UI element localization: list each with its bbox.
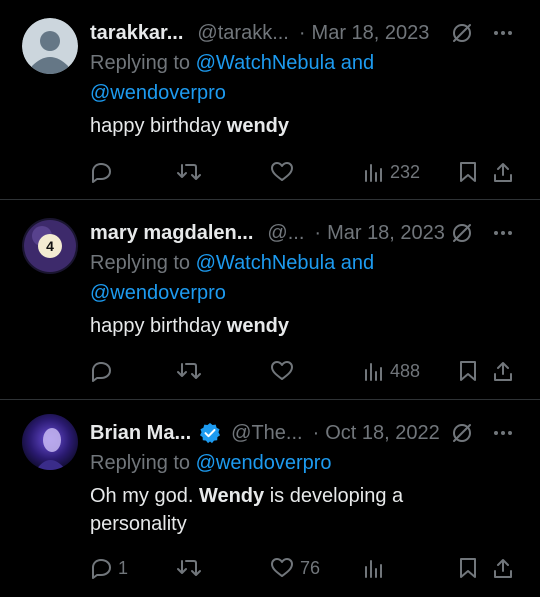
separator-dot: · [298, 21, 306, 44]
analytics-icon [365, 164, 382, 182]
replying-to: Replying to @WatchNebula and [90, 52, 375, 74]
share-button[interactable] [492, 161, 514, 183]
bookmark-icon [460, 162, 476, 182]
separator-dot: · [314, 221, 322, 244]
mention-link[interactable]: @wendoverpro [90, 282, 226, 304]
tweet[interactable]: Brian Ma... @The... · Oct 18, 2022 Reply… [0, 400, 540, 597]
share-icon [494, 163, 512, 182]
bookmark-button[interactable] [458, 161, 478, 183]
share-icon [494, 362, 512, 381]
author-name[interactable]: Brian Ma... [90, 422, 191, 445]
tweet-text: happy birthday wendy [90, 115, 290, 137]
share-button[interactable] [492, 557, 514, 579]
verified-badge-icon[interactable] [199, 422, 221, 444]
reply-button[interactable]: 1 [90, 557, 128, 579]
replying-to: Replying to @wendoverpro [90, 452, 332, 474]
author-name[interactable]: tarakkar... [90, 22, 183, 45]
share-button[interactable] [492, 360, 514, 382]
profile-photo[interactable] [22, 414, 78, 470]
tweet-text: happy birthday wendy [90, 315, 290, 337]
retweet-icon [177, 164, 201, 180]
tweet-date[interactable]: Mar 18, 2023 [312, 22, 430, 45]
analytics-icon [365, 560, 382, 578]
svg-text:4: 4 [46, 238, 54, 254]
author-handle[interactable]: @The... [231, 422, 302, 445]
retweet-icon [177, 560, 201, 576]
heart-icon [271, 361, 293, 380]
tweet[interactable]: tarakkar... @tarakk... · Mar 18, 2023 Re… [0, 0, 540, 200]
default-avatar-icon[interactable] [22, 18, 78, 74]
tweet-actions: 1 76 [90, 552, 514, 584]
tweet-actions: 232 [90, 156, 514, 188]
tweet[interactable]: 4 mary magdalen... @... · Mar 18, 2023 R… [0, 200, 540, 400]
reply-button[interactable] [90, 360, 118, 382]
heart-icon [271, 558, 293, 577]
bookmark-icon [460, 558, 476, 578]
tweet-date[interactable]: Mar 18, 2023 [327, 222, 445, 245]
more-icon[interactable] [492, 222, 514, 244]
mention-link[interactable]: @WatchNebula and [196, 252, 375, 274]
share-icon [494, 559, 512, 578]
like-button[interactable] [270, 360, 300, 382]
more-icon[interactable] [492, 22, 514, 44]
reply-count: 1 [118, 557, 129, 578]
views-button[interactable] [362, 557, 390, 579]
retweet-button[interactable] [176, 161, 208, 183]
analytics-icon [365, 363, 382, 381]
reply-icon [92, 559, 111, 579]
separator-dot: · [312, 421, 320, 444]
author-handle[interactable]: @tarakk... [197, 22, 288, 45]
tweet-actions: 488 [90, 355, 514, 387]
like-count: 76 [300, 557, 321, 578]
like-button[interactable]: 76 [270, 557, 320, 579]
author-name[interactable]: mary magdalen... [90, 222, 253, 245]
bookmark-button[interactable] [458, 360, 478, 382]
tweet-date[interactable]: Oct 18, 2022 [325, 422, 440, 445]
reply-icon [92, 163, 111, 183]
grok-icon[interactable] [450, 421, 474, 445]
grok-icon[interactable] [450, 21, 474, 45]
reply-icon [92, 362, 111, 382]
retweet-button[interactable] [176, 360, 208, 382]
more-icon[interactable] [492, 422, 514, 444]
heart-icon [271, 162, 293, 181]
billiard-ball-4-icon[interactable]: 4 [22, 218, 78, 274]
reply-button[interactable] [90, 161, 118, 183]
grok-icon[interactable] [450, 221, 474, 245]
bookmark-button[interactable] [458, 557, 478, 579]
like-button[interactable] [270, 161, 300, 183]
bookmark-icon [460, 361, 476, 381]
tweet-text: Oh my god. Wendy is developing a persona… [90, 485, 404, 535]
views-button[interactable]: 232 [362, 161, 420, 183]
mention-link[interactable]: @WatchNebula and [196, 52, 375, 74]
replying-to: Replying to @WatchNebula and [90, 252, 375, 274]
author-handle[interactable]: @... [267, 222, 304, 245]
mention-link[interactable]: @wendoverpro [196, 452, 332, 474]
views-button[interactable]: 488 [362, 360, 420, 382]
retweet-icon [177, 363, 201, 379]
retweet-button[interactable] [176, 557, 208, 579]
mention-link[interactable]: @wendoverpro [90, 82, 226, 104]
